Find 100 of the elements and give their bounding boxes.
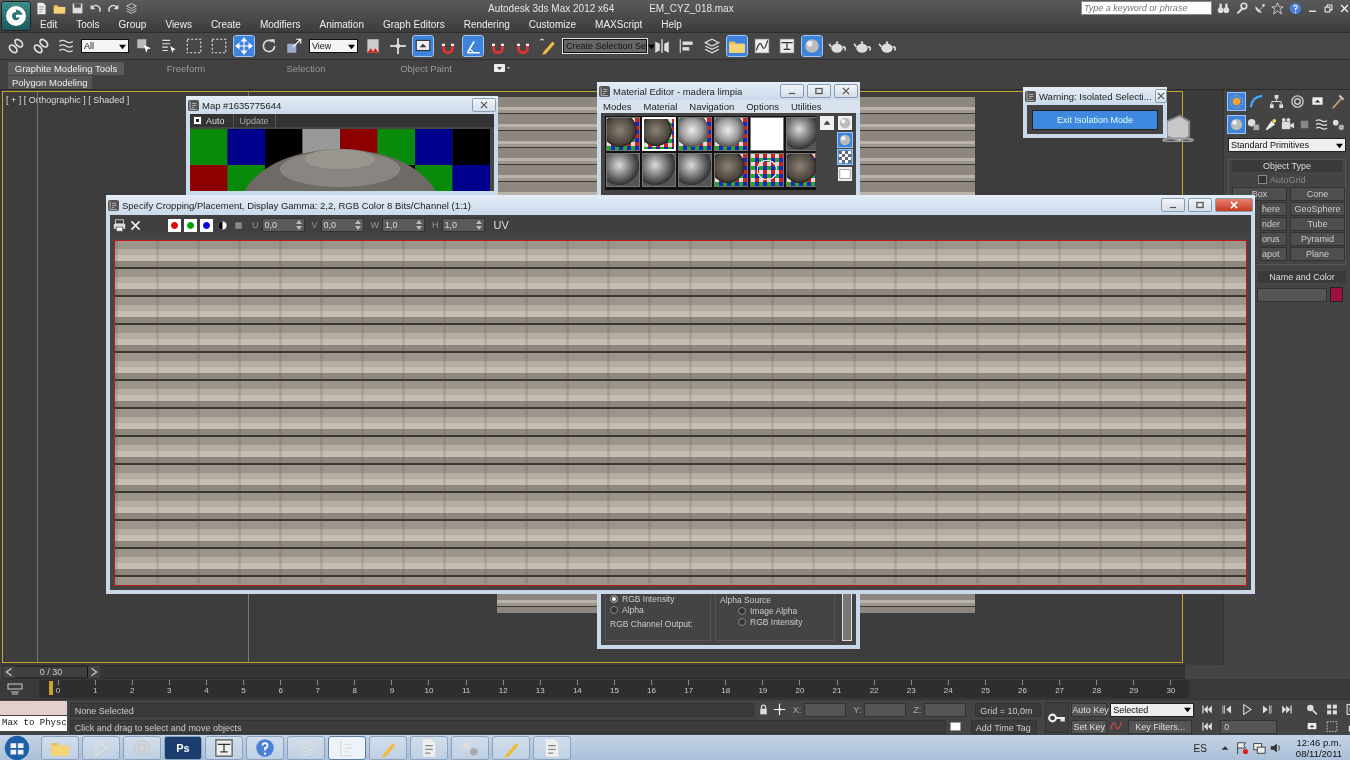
channel-toggle[interactable] xyxy=(200,218,213,232)
clock-date[interactable]: 08/11/2011 xyxy=(1295,748,1342,759)
application-menu-button[interactable] xyxy=(1,1,31,31)
rollout-header[interactable]: Name and Color xyxy=(1258,271,1346,283)
save-icon[interactable] xyxy=(71,1,84,15)
link-icon[interactable] xyxy=(6,36,26,56)
close-icon[interactable] xyxy=(1339,2,1350,14)
menu-item[interactable]: Help xyxy=(661,18,682,30)
next-frame-icon[interactable] xyxy=(1260,703,1275,716)
spinner-arrows-icon[interactable] xyxy=(295,219,302,231)
object-type-button[interactable]: apot xyxy=(1260,247,1287,261)
current-frame-marker[interactable] xyxy=(49,681,53,695)
angle-snap-icon[interactable] xyxy=(463,36,483,56)
ribbon-tab[interactable]: Graphite Modeling Tools xyxy=(8,61,124,75)
first-frame-icon[interactable] xyxy=(1200,703,1215,716)
set-key-toggle[interactable] xyxy=(1045,702,1070,733)
material-slot[interactable] xyxy=(786,117,816,151)
ribbon-panel-tab[interactable]: Polygon Modeling xyxy=(8,76,92,89)
restore-icon[interactable] xyxy=(1323,2,1334,14)
menu-item[interactable]: Graph Editors xyxy=(382,18,445,30)
spinner-arrows-icon[interactable] xyxy=(416,219,422,231)
z-coordinate-field[interactable] xyxy=(924,702,967,717)
listener-input[interactable]: Max to Physc xyxy=(0,716,67,731)
unlink-icon[interactable] xyxy=(31,36,51,56)
zoom-icon[interactable] xyxy=(1305,703,1320,716)
play-icon[interactable] xyxy=(1240,703,1255,716)
close-button[interactable] xyxy=(834,84,858,98)
language-indicator[interactable]: ES xyxy=(1193,742,1207,754)
material-slot[interactable] xyxy=(678,117,712,151)
dropdown[interactable]: All xyxy=(81,39,129,53)
search-field[interactable]: Type a keyword or phrase xyxy=(1081,1,1212,15)
windows-icon[interactable] xyxy=(948,720,962,733)
star-icon[interactable] xyxy=(1271,1,1284,15)
x-coordinate-field[interactable] xyxy=(804,702,847,717)
spinner-field[interactable]: 1,0 xyxy=(441,218,485,232)
spinner-field[interactable]: 1,0 xyxy=(382,218,425,232)
ring-icon[interactable] xyxy=(1288,93,1306,110)
frame-counter[interactable]: 0 / 30 xyxy=(15,667,88,677)
taskbar-button[interactable] xyxy=(205,736,243,760)
auto-key-button[interactable]: Auto Key xyxy=(1071,702,1108,717)
dropdown[interactable]: View xyxy=(309,39,358,53)
primitive-type-dropdown[interactable]: Standard Primitives xyxy=(1228,138,1346,152)
color-swatch[interactable] xyxy=(1330,287,1343,302)
move-icon[interactable] xyxy=(234,36,254,56)
monochrome-icon[interactable] xyxy=(216,218,229,232)
spinner-field[interactable]: 0,0 xyxy=(261,218,305,232)
spinner-arrows-icon[interactable] xyxy=(475,219,482,231)
clock-time[interactable]: 12:46 p.m. xyxy=(1296,737,1342,748)
close-button[interactable] xyxy=(1154,89,1167,103)
key-mode-dropdown[interactable]: Selected xyxy=(1110,702,1195,717)
object-type-button[interactable]: Plane xyxy=(1290,247,1345,261)
right-arrow-icon[interactable] xyxy=(88,666,100,678)
object-type-button[interactable]: nder xyxy=(1260,217,1287,231)
close-button[interactable] xyxy=(1215,198,1253,212)
ribbon-tab[interactable]: Freeform xyxy=(128,61,244,75)
print-icon[interactable] xyxy=(113,218,126,232)
spinner-arrows-icon[interactable] xyxy=(354,219,361,231)
viewcube-icon[interactable] xyxy=(1160,112,1196,142)
close-button[interactable] xyxy=(472,98,496,112)
ribbon-tab[interactable]: Selection xyxy=(248,61,364,75)
auto-checkbox[interactable]: Auto xyxy=(193,115,225,126)
object-type-button[interactable]: Tube xyxy=(1290,217,1345,231)
hierarchy-icon[interactable] xyxy=(1268,93,1286,110)
zoom-all-icon[interactable] xyxy=(1325,703,1340,716)
new-file-icon[interactable] xyxy=(35,1,48,15)
key-filters-button[interactable]: Key Filters... xyxy=(1128,719,1193,734)
spinner-field[interactable]: 0,0 xyxy=(320,218,364,232)
window-crossing-icon[interactable] xyxy=(209,36,229,56)
menu-item[interactable]: Animation xyxy=(319,18,364,30)
menu-item[interactable]: MAXScript xyxy=(595,18,643,30)
menu-item[interactable]: Views xyxy=(165,18,192,30)
sphere-icon[interactable] xyxy=(1228,116,1245,133)
mirror-icon[interactable] xyxy=(652,36,672,56)
shapes-icon[interactable] xyxy=(1245,116,1262,133)
material-slot[interactable] xyxy=(714,117,748,151)
taskbar-button[interactable] xyxy=(328,736,366,760)
material-slot[interactable] xyxy=(750,153,784,187)
menu-item[interactable]: Options xyxy=(746,101,779,112)
menu-item[interactable]: Modes xyxy=(603,101,632,112)
y-coordinate-field[interactable] xyxy=(864,702,907,717)
object-type-button[interactable]: Cone xyxy=(1290,187,1345,201)
material-slot[interactable] xyxy=(606,117,640,151)
radio-option[interactable]: Image Alpha xyxy=(720,606,830,616)
menu-item[interactable]: Material xyxy=(643,101,678,112)
rectangle-selection-icon[interactable] xyxy=(184,36,204,56)
material-slot[interactable] xyxy=(678,153,712,187)
object-type-button[interactable]: here xyxy=(1260,202,1287,216)
radio-option[interactable]: RGB Intensity xyxy=(720,617,830,627)
binoculars-icon[interactable] xyxy=(1217,1,1230,15)
set-key-button[interactable]: Set Key xyxy=(1071,719,1108,734)
maximize-button[interactable] xyxy=(1188,198,1212,212)
left-arrow-icon[interactable] xyxy=(3,666,15,678)
menu-item[interactable]: Tools xyxy=(76,18,100,30)
layers-icon[interactable] xyxy=(702,36,722,56)
object-type-button[interactable]: Pyramid xyxy=(1290,232,1345,246)
taskbar-button[interactable] xyxy=(246,736,284,760)
menu-item[interactable]: Utilities xyxy=(790,101,822,112)
ribbon-options-icon[interactable] xyxy=(494,63,510,73)
object-type-button[interactable]: GeoSphere xyxy=(1290,202,1345,216)
flag-icon[interactable] xyxy=(1234,741,1249,755)
